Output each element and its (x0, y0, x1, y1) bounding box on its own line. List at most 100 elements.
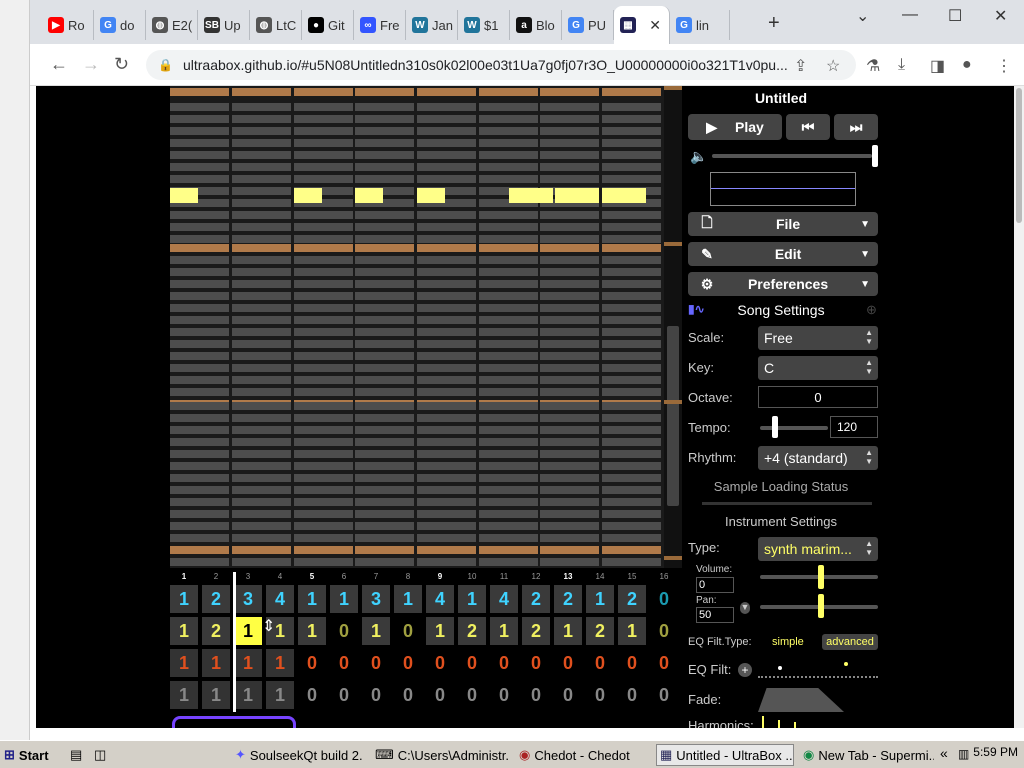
piano-roll-cell[interactable] (355, 256, 414, 264)
piano-roll-cell[interactable] (170, 223, 229, 231)
piano-roll-cell[interactable] (602, 292, 661, 300)
piano-roll-cell[interactable] (355, 88, 414, 96)
pattern-cell[interactable]: 2 (618, 585, 646, 613)
piano-roll-cell[interactable] (294, 340, 353, 348)
piano-roll-cell[interactable] (294, 127, 353, 135)
piano-roll-cell[interactable] (170, 510, 229, 518)
pattern-cell[interactable]: 1 (202, 681, 230, 709)
piano-roll-cell[interactable] (294, 534, 353, 542)
piano-roll-cell[interactable] (355, 462, 414, 470)
tempo-slider[interactable] (760, 426, 828, 430)
piano-roll-cell[interactable] (417, 139, 476, 147)
master-volume-slider[interactable] (712, 154, 872, 158)
piano-roll-cell[interactable] (540, 211, 599, 219)
piano-roll-cell[interactable] (355, 244, 414, 252)
piano-roll-cell[interactable] (170, 352, 229, 360)
piano-roll-cell[interactable] (479, 103, 538, 111)
bar-number[interactable]: 16 (650, 572, 678, 581)
piano-roll-cell[interactable] (479, 115, 538, 123)
piano-roll-cell[interactable] (602, 426, 661, 434)
piano-roll-cell[interactable] (417, 510, 476, 518)
taskbar-item[interactable]: ◉ New Tab - Supermi... (800, 744, 934, 766)
pattern-cell[interactable]: 1 (234, 681, 262, 709)
piano-roll-cell[interactable] (294, 316, 353, 324)
piano-roll-cell[interactable] (602, 139, 661, 147)
piano-roll-cell[interactable] (417, 522, 476, 530)
piano-roll-cell[interactable] (355, 151, 414, 159)
piano-roll-cell[interactable] (355, 268, 414, 276)
piano-roll-cell[interactable] (294, 364, 353, 372)
piano-roll-cell[interactable] (232, 364, 291, 372)
piano-roll-cell[interactable] (170, 414, 229, 422)
piano-roll-cell[interactable] (540, 163, 599, 171)
piano-roll-cell[interactable] (602, 534, 661, 542)
pattern-cell[interactable]: 1 (458, 585, 486, 613)
pattern-cell[interactable]: 1 (202, 649, 230, 677)
piano-roll-cell[interactable] (294, 450, 353, 458)
piano-roll-cell[interactable] (479, 175, 538, 183)
piano-roll-cell[interactable] (355, 364, 414, 372)
piano-roll-cell[interactable] (232, 280, 291, 288)
piano-roll-cell[interactable] (540, 462, 599, 470)
profile-icon[interactable]: ● (962, 56, 972, 74)
note[interactable] (602, 188, 646, 203)
tab-infinity-icon[interactable]: ∞ Fre (354, 10, 406, 40)
piano-roll-cell[interactable] (540, 450, 599, 458)
piano-roll-cell[interactable] (355, 316, 414, 324)
piano-roll-cell[interactable] (417, 223, 476, 231)
piano-roll-cell[interactable] (540, 388, 599, 396)
note[interactable] (294, 188, 322, 203)
pattern-cell[interactable]: 2 (458, 617, 486, 645)
piano-roll-cell[interactable] (540, 175, 599, 183)
piano-roll-cell[interactable] (294, 211, 353, 219)
piano-roll-cell[interactable] (170, 486, 229, 494)
piano-roll-cell[interactable] (170, 316, 229, 324)
pattern-cell[interactable]: 1 (362, 617, 390, 645)
pattern-cell[interactable]: 0 (650, 585, 678, 613)
piano-roll-cell[interactable] (232, 498, 291, 506)
piano-roll-cell[interactable] (602, 115, 661, 123)
piano-roll-cell[interactable] (417, 175, 476, 183)
piano-roll-cell[interactable] (170, 115, 229, 123)
piano-roll-cell[interactable] (294, 292, 353, 300)
piano-roll-cell[interactable] (170, 546, 229, 554)
piano-roll-cell[interactable] (602, 474, 661, 482)
piano-roll-cell[interactable] (602, 462, 661, 470)
piano-roll-cell[interactable] (602, 558, 661, 566)
piano-roll-cell[interactable] (294, 256, 353, 264)
piano-roll-cell[interactable] (479, 438, 538, 446)
piano-roll-cell[interactable] (602, 450, 661, 458)
page-scrollbar[interactable] (1014, 86, 1024, 728)
add-eq-filter-button[interactable]: + (738, 663, 752, 677)
pattern-cell[interactable]: 3 (362, 585, 390, 613)
piano-roll-cell[interactable] (540, 522, 599, 530)
note[interactable] (170, 188, 198, 203)
back-button[interactable]: ← (50, 54, 68, 75)
pattern-cell[interactable]: 2 (202, 585, 230, 613)
piano-roll-cell[interactable] (232, 139, 291, 147)
pattern-cell[interactable]: 0 (458, 649, 486, 677)
eq-advanced-toggle[interactable]: advanced (822, 634, 878, 650)
piano-roll-cell[interactable] (170, 534, 229, 542)
piano-roll-cell[interactable] (355, 211, 414, 219)
piano-roll-cell[interactable] (170, 151, 229, 159)
piano-roll-cell[interactable] (540, 546, 599, 554)
piano-roll-cell[interactable] (232, 244, 291, 252)
note[interactable] (509, 188, 553, 203)
piano-roll-cell[interactable] (540, 256, 599, 264)
quicklaunch-icon[interactable]: ◫ (94, 744, 106, 766)
piano-roll-cell[interactable] (540, 223, 599, 231)
pattern-cell[interactable]: 0 (426, 649, 454, 677)
taskbar-item[interactable]: ⌨ C:\Users\Administr... (372, 744, 510, 766)
piano-roll-cell[interactable] (170, 474, 229, 482)
harmonics-graph[interactable] (758, 716, 878, 728)
bar-number[interactable]: 7 (362, 572, 390, 581)
piano-roll-cell[interactable] (479, 558, 538, 566)
pattern-cell[interactable]: 0 (650, 681, 678, 709)
piano-roll-cell[interactable] (294, 510, 353, 518)
piano-roll-cell[interactable] (540, 414, 599, 422)
piano-roll-cell[interactable] (232, 388, 291, 396)
octave-scroll-thumb[interactable] (667, 326, 679, 506)
piano-roll-cell[interactable] (479, 235, 538, 243)
pattern-cell[interactable]: 0 (394, 681, 422, 709)
